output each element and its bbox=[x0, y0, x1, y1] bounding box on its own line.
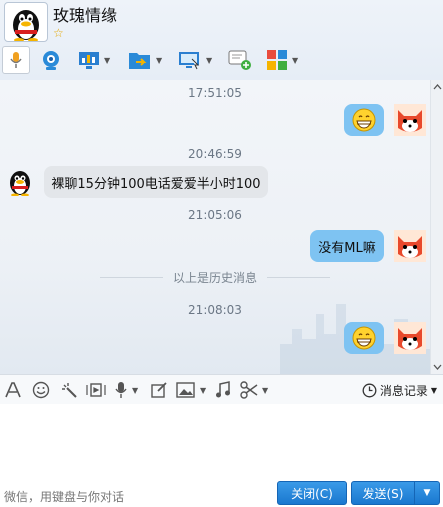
scroll-down-icon[interactable] bbox=[431, 362, 443, 372]
chevron-down-icon[interactable]: ▼ bbox=[156, 56, 162, 65]
self-message-bubble[interactable] bbox=[344, 104, 384, 136]
chat-history[interactable]: 17:51:05 20:46:59 裸聊15分钟100电话爱爱半小时100 21… bbox=[0, 80, 430, 374]
screenshot-button[interactable]: ▼ bbox=[240, 381, 268, 399]
close-button-label: 关闭(C) bbox=[291, 486, 333, 501]
music-icon bbox=[216, 381, 230, 398]
message-timestamp: 21:05:06 bbox=[188, 208, 242, 222]
message-history-label: 消息记录 bbox=[379, 384, 428, 398]
chevron-down-icon[interactable]: ▼ bbox=[200, 386, 206, 395]
send-file-button[interactable]: ▼ bbox=[128, 46, 162, 74]
message-history-button[interactable]: 消息记录 ▼ bbox=[362, 382, 437, 399]
chevron-down-icon: ▼ bbox=[430, 386, 437, 395]
contact-avatar[interactable] bbox=[4, 2, 48, 42]
screen-share-icon bbox=[79, 52, 99, 69]
send-button[interactable]: 发送(S) bbox=[351, 481, 415, 505]
new-message-icon bbox=[228, 50, 251, 70]
chat-scrollbar[interactable] bbox=[430, 80, 443, 374]
star-icon[interactable]: ☆ bbox=[53, 26, 64, 40]
voice-icon bbox=[115, 382, 127, 398]
grin-emoji-icon bbox=[352, 326, 376, 350]
app-grid-icon bbox=[267, 50, 287, 70]
history-divider-label: 以上是历史消息 bbox=[173, 270, 258, 285]
scroll-up-icon[interactable] bbox=[431, 82, 443, 92]
emoji-icon bbox=[32, 381, 50, 399]
send-button-label: 发送(S) bbox=[362, 486, 404, 501]
grin-emoji-icon bbox=[352, 108, 376, 132]
chevron-down-icon: ▼ bbox=[423, 488, 431, 498]
history-divider: 以上是历史消息 bbox=[100, 270, 331, 285]
chat-toolbar: ▼ ▼ ▼ ▼ bbox=[0, 44, 443, 76]
new-message-button[interactable] bbox=[228, 46, 252, 74]
image-button[interactable]: ▼ bbox=[176, 381, 206, 399]
chevron-down-icon[interactable]: ▼ bbox=[206, 56, 212, 65]
screenshot-edit-button[interactable] bbox=[150, 381, 168, 399]
send-file-icon bbox=[129, 53, 150, 69]
remote-desktop-icon bbox=[179, 52, 200, 70]
app-grid-button[interactable]: ▼ bbox=[266, 46, 298, 74]
font-button[interactable] bbox=[4, 381, 22, 399]
message-text: 裸聊15分钟100电话爱爱半小时100 bbox=[51, 176, 261, 192]
chevron-down-icon[interactable]: ▼ bbox=[292, 56, 298, 65]
font-icon bbox=[5, 382, 21, 398]
animation-button[interactable] bbox=[86, 381, 106, 399]
message-input[interactable] bbox=[0, 404, 443, 479]
video-camera-icon bbox=[43, 51, 59, 70]
music-button[interactable] bbox=[214, 381, 232, 399]
message-timestamp: 20:46:59 bbox=[188, 147, 242, 161]
animation-icon bbox=[86, 383, 106, 397]
divider-line bbox=[100, 276, 163, 278]
microphone-icon bbox=[10, 52, 22, 68]
self-message-bubble[interactable] bbox=[344, 322, 384, 354]
self-avatar[interactable] bbox=[394, 104, 426, 136]
video-call-button[interactable] bbox=[40, 46, 62, 74]
screen-share-button[interactable]: ▼ bbox=[78, 46, 110, 74]
message-text: 没有ML嘛 bbox=[318, 240, 376, 256]
send-options-button[interactable]: ▼ bbox=[414, 481, 440, 505]
chevron-down-icon[interactable]: ▼ bbox=[132, 386, 138, 395]
self-avatar[interactable] bbox=[394, 230, 426, 262]
contact-avatar-small[interactable] bbox=[6, 166, 34, 196]
magic-wand-button[interactable] bbox=[60, 381, 78, 399]
close-button[interactable]: 关闭(C) bbox=[277, 481, 347, 505]
clock-icon bbox=[362, 383, 377, 398]
message-timestamp: 17:51:05 bbox=[188, 86, 242, 100]
self-message-bubble[interactable]: 没有ML嘛 bbox=[310, 230, 384, 262]
input-hint: 微信，用键盘与你对话 bbox=[4, 490, 125, 504]
voice-message-button[interactable]: ▼ bbox=[114, 381, 138, 399]
voice-call-button[interactable] bbox=[2, 46, 30, 74]
chat-header: 玫瑰情缘 ☆ ▼ ▼ ▼ ▼ bbox=[0, 0, 443, 80]
magic-wand-icon bbox=[62, 383, 77, 398]
self-avatar[interactable] bbox=[394, 322, 426, 354]
input-toolbar: ▼ ▼ ▼ 消息记录 ▼ bbox=[0, 374, 443, 405]
chevron-down-icon[interactable]: ▼ bbox=[104, 56, 110, 65]
chevron-down-icon[interactable]: ▼ bbox=[262, 386, 268, 395]
remote-desktop-button[interactable]: ▼ bbox=[178, 46, 212, 74]
divider-line bbox=[267, 276, 331, 278]
contact-message-bubble[interactable]: 裸聊15分钟100电话爱爱半小时100 bbox=[44, 166, 268, 198]
scissors-icon bbox=[240, 381, 258, 399]
image-icon bbox=[176, 382, 195, 398]
contact-name[interactable]: 玫瑰情缘 bbox=[53, 2, 117, 26]
chat-footer: 微信，用键盘与你对话 关闭(C) 发送(S) ▼ bbox=[0, 479, 443, 507]
message-timestamp: 21:08:03 bbox=[188, 303, 242, 317]
emoji-button[interactable] bbox=[32, 381, 50, 399]
screenshot-edit-icon bbox=[151, 382, 167, 398]
